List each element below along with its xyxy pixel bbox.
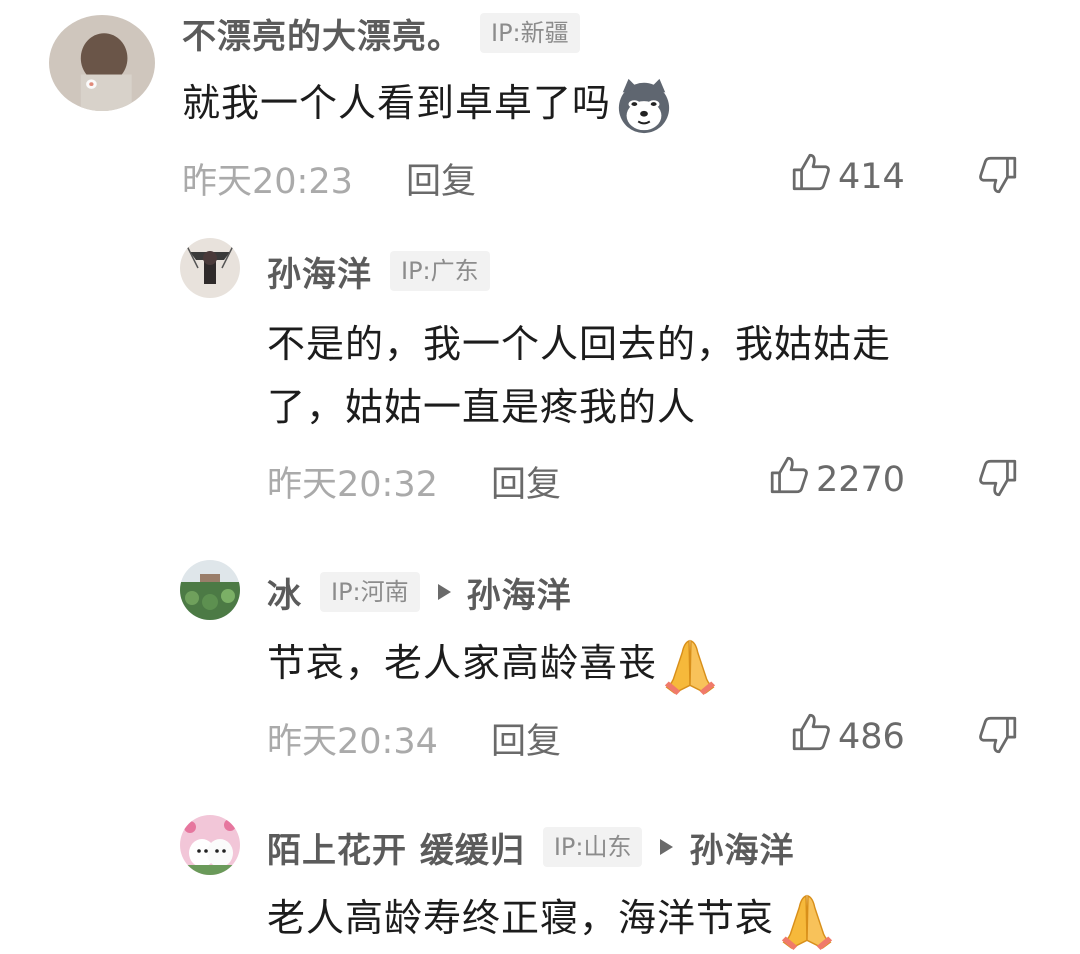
reply-target-username[interactable]: 孙海洋 bbox=[467, 568, 572, 617]
like-count: 414 bbox=[838, 156, 905, 197]
thumbs-down-icon bbox=[977, 156, 1019, 200]
dislike-button[interactable] bbox=[977, 457, 1019, 499]
avatar[interactable] bbox=[49, 15, 155, 111]
username[interactable]: 孙海洋 bbox=[267, 247, 372, 296]
like-button[interactable]: 486 bbox=[790, 711, 905, 762]
thumbs-up-icon bbox=[768, 454, 816, 505]
praying-hands-emoji bbox=[661, 637, 719, 695]
thumbs-down-icon bbox=[977, 716, 1019, 760]
username[interactable]: 陌上花开 缓缓归 bbox=[267, 823, 525, 872]
dislike-button[interactable] bbox=[977, 154, 1019, 196]
ip-location-badge: IP:河南 bbox=[320, 572, 420, 612]
ip-location-badge: IP:新疆 bbox=[480, 13, 580, 53]
comment-text-body: 节哀，老人家高龄喜丧 bbox=[267, 641, 658, 685]
thumbs-down-icon bbox=[977, 459, 1019, 503]
triangle-right-icon bbox=[660, 839, 674, 855]
reply-button[interactable]: 回复 bbox=[406, 153, 476, 204]
reply-button[interactable]: 回复 bbox=[491, 456, 561, 507]
avatar[interactable] bbox=[180, 815, 240, 875]
thumbs-up-icon bbox=[790, 151, 838, 202]
comment-text-line: 了，姑姑一直是疼我的人 bbox=[267, 385, 697, 429]
thumbs-up-icon bbox=[790, 711, 838, 762]
ip-location-badge: IP:广东 bbox=[390, 251, 490, 291]
comment-time: 昨天20:34 bbox=[267, 722, 438, 762]
like-button[interactable]: 414 bbox=[790, 151, 905, 202]
dislike-button[interactable] bbox=[977, 714, 1019, 756]
username[interactable]: 冰 bbox=[267, 568, 302, 617]
like-count: 2270 bbox=[816, 459, 906, 500]
comment-text: 就我一个人看到卓卓了吗 bbox=[182, 72, 673, 135]
comment-text-line: 不是的，我一个人回去的，我姑姑走 bbox=[267, 322, 892, 366]
comment-time: 昨天20:32 bbox=[267, 465, 438, 505]
username[interactable]: 不漂亮的大漂亮。 bbox=[182, 9, 462, 58]
husky-dog-emoji bbox=[615, 77, 673, 135]
comment-text: 不是的，我一个人回去的，我姑姑走 了，姑姑一直是疼我的人 bbox=[267, 313, 891, 439]
ip-location-badge: IP:山东 bbox=[542, 827, 643, 867]
reply-target-username[interactable]: 孙海洋 bbox=[689, 823, 794, 872]
reply-button[interactable]: 回复 bbox=[491, 713, 561, 764]
comment-text-body: 就我一个人看到卓卓了吗 bbox=[182, 81, 612, 125]
avatar[interactable] bbox=[180, 238, 240, 298]
comment-time: 昨天20:23 bbox=[182, 162, 353, 202]
like-button[interactable]: 2270 bbox=[768, 454, 905, 505]
comment-text: 老人高龄寿终正寝，海洋节哀 bbox=[267, 887, 836, 950]
avatar[interactable] bbox=[180, 560, 240, 620]
triangle-right-icon bbox=[437, 584, 451, 600]
praying-hands-emoji bbox=[778, 892, 836, 950]
comment-text-body: 老人高龄寿终正寝，海洋节哀 bbox=[267, 896, 775, 940]
like-count: 486 bbox=[838, 716, 905, 757]
comment-text: 节哀，老人家高龄喜丧 bbox=[267, 632, 719, 695]
